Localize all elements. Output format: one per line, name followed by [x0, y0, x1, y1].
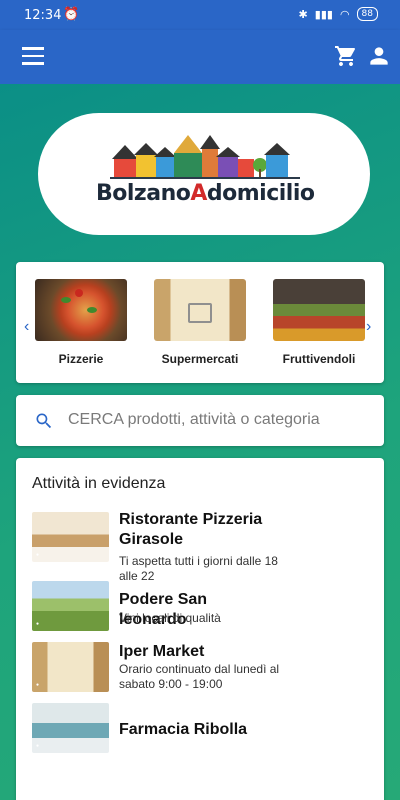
- logo-tag: ●: [36, 621, 40, 627]
- search-icon: [36, 413, 52, 429]
- status-time: 12:34: [24, 8, 62, 23]
- search-bar[interactable]: [16, 395, 384, 446]
- hamburger-icon[interactable]: [22, 47, 44, 65]
- battery-icon: 88: [356, 7, 378, 21]
- alarm-icon: ⏰: [63, 7, 80, 22]
- user-icon[interactable]: [366, 43, 392, 69]
- restaurant-image: ●: [32, 512, 109, 562]
- carousel-next-icon[interactable]: ›: [366, 318, 371, 336]
- category-fruttivendoli[interactable]: Fruttivendoli: [273, 279, 365, 366]
- bluetooth-icon: ✱: [298, 7, 308, 21]
- app-bar: [0, 30, 400, 84]
- item-description: Vini locali di qualità: [119, 611, 221, 625]
- signal-icon: ▮▮▮: [314, 7, 333, 21]
- status-icons: ✱ ▮▮▮ ◠ 88: [299, 7, 378, 21]
- vineyard-image: ●: [32, 581, 109, 631]
- category-label: Pizzerie: [58, 352, 104, 366]
- item-name: Ristorante Pizzeria Girasole: [119, 511, 263, 548]
- featured-item-girasole[interactable]: ● Ristorante Pizzeria Girasole Ti aspett…: [32, 511, 372, 583]
- featured-item-farmacia[interactable]: ● Farmacia Ribolla: [32, 703, 372, 753]
- cart-icon[interactable]: [334, 44, 358, 68]
- logo-tag: ●: [36, 682, 40, 688]
- item-name: Iper Market: [119, 643, 205, 660]
- category-label: Fruttivendoli: [282, 352, 356, 366]
- pharmacy-image: ●: [32, 703, 109, 753]
- search-input[interactable]: [68, 405, 368, 435]
- category-carousel: ‹ Pizzerie Supermercati Fruttivendoli ›: [16, 262, 384, 383]
- status-bar: 12:34 ⏰ ✱ ▮▮▮ ◠ 88: [0, 0, 400, 30]
- logo-tag: ●: [36, 552, 40, 558]
- supermarket-image: [154, 279, 246, 341]
- greengrocer-image: [273, 279, 365, 341]
- logo-tag: ●: [36, 743, 40, 749]
- town-illustration: [110, 135, 300, 179]
- category-label: Supermercati: [161, 352, 239, 366]
- section-title: Attività in evidenza: [32, 475, 166, 492]
- brand-logo: BolzanoAdomicilio: [38, 113, 370, 235]
- category-pizzerie[interactable]: Pizzerie: [35, 279, 127, 366]
- item-name: Farmacia Ribolla: [119, 721, 248, 738]
- featured-section: Attività in evidenza ● Ristorante Pizzer…: [16, 458, 384, 800]
- pizza-image: [35, 279, 127, 341]
- brand-name: BolzanoAdomicilio: [96, 181, 315, 206]
- wifi-icon: ◠: [339, 7, 350, 21]
- item-description: Orario continuato dal lunedì al sabato 9…: [119, 662, 280, 691]
- featured-item-iper-market[interactable]: ● Iper Market Orario continuato dal lune…: [32, 642, 372, 692]
- item-description: Ti aspetta tutti i giorni dalle 18 alle …: [119, 554, 278, 583]
- carousel-prev-icon[interactable]: ‹: [24, 318, 29, 336]
- category-supermercati[interactable]: Supermercati: [154, 279, 246, 366]
- supermarket-image: ●: [32, 642, 109, 692]
- featured-item-podere[interactable]: ● Podere San leonardo Vini locali di qua…: [32, 581, 372, 631]
